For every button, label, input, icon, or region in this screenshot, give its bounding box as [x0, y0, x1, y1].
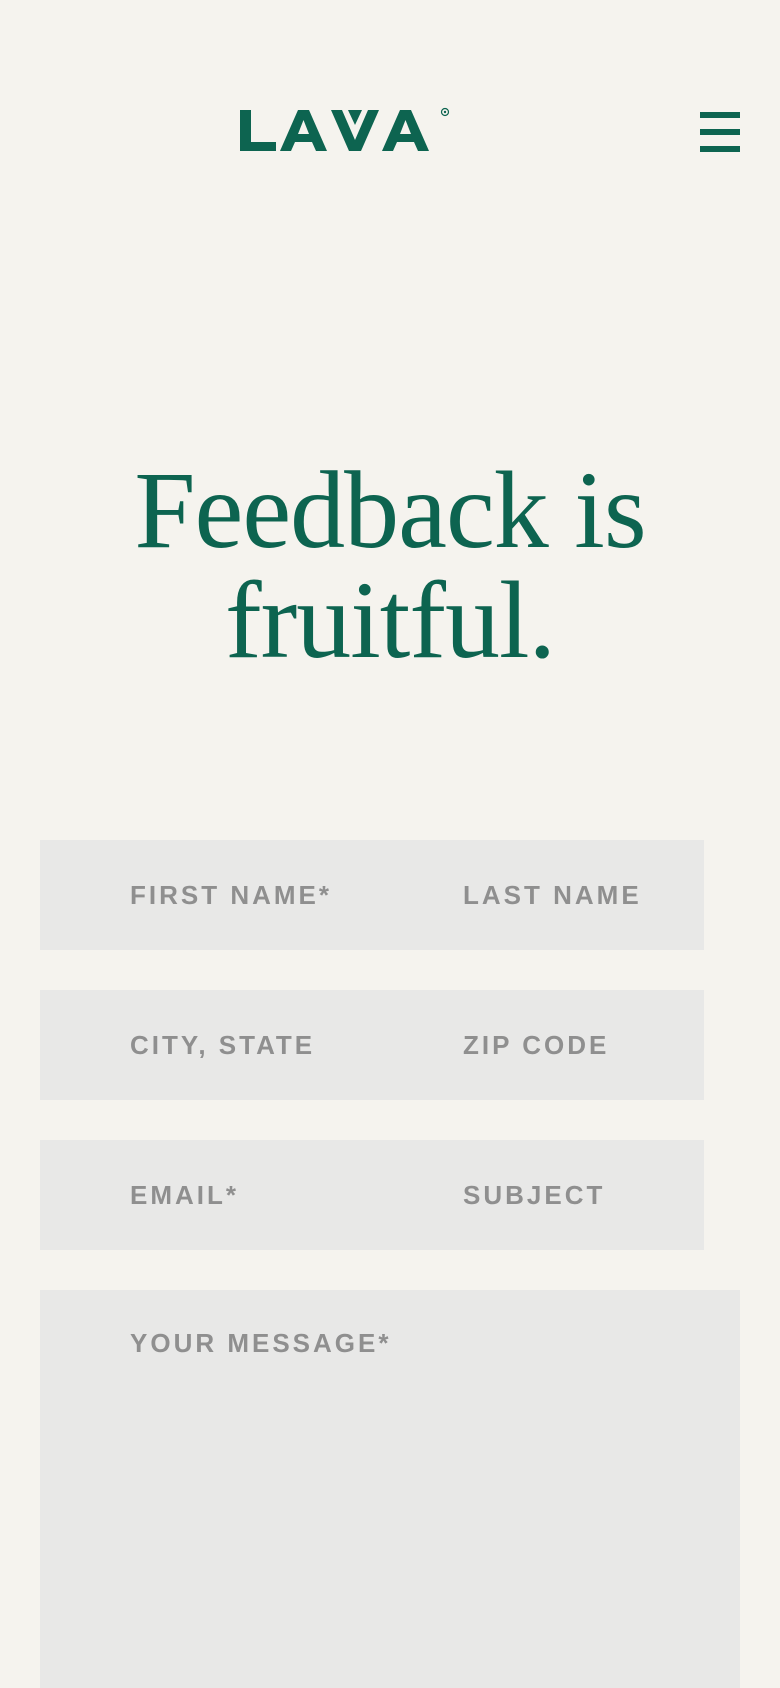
hamburger-menu-icon[interactable] — [698, 110, 742, 154]
first-name-input[interactable] — [130, 840, 410, 950]
menu-bar — [700, 129, 740, 135]
contact-row — [40, 1140, 704, 1250]
page-headline: Feedback is fruitful. — [0, 455, 780, 675]
headline-line-1: Feedback is — [134, 449, 646, 571]
email-input[interactable] — [130, 1140, 410, 1250]
city-state-input[interactable] — [130, 990, 410, 1100]
message-box — [40, 1290, 740, 1688]
last-name-input[interactable] — [463, 840, 699, 950]
lava-logo[interactable] — [238, 106, 460, 156]
lava-logo-wordmark — [240, 107, 450, 151]
menu-bar — [700, 146, 740, 152]
menu-bar — [700, 112, 740, 118]
location-row — [40, 990, 704, 1100]
zip-code-input[interactable] — [463, 990, 699, 1100]
message-textarea[interactable] — [130, 1328, 710, 1668]
site-header — [0, 0, 780, 200]
headline-line-2: fruitful. — [224, 559, 556, 681]
name-row — [40, 840, 704, 950]
subject-input[interactable] — [463, 1140, 699, 1250]
